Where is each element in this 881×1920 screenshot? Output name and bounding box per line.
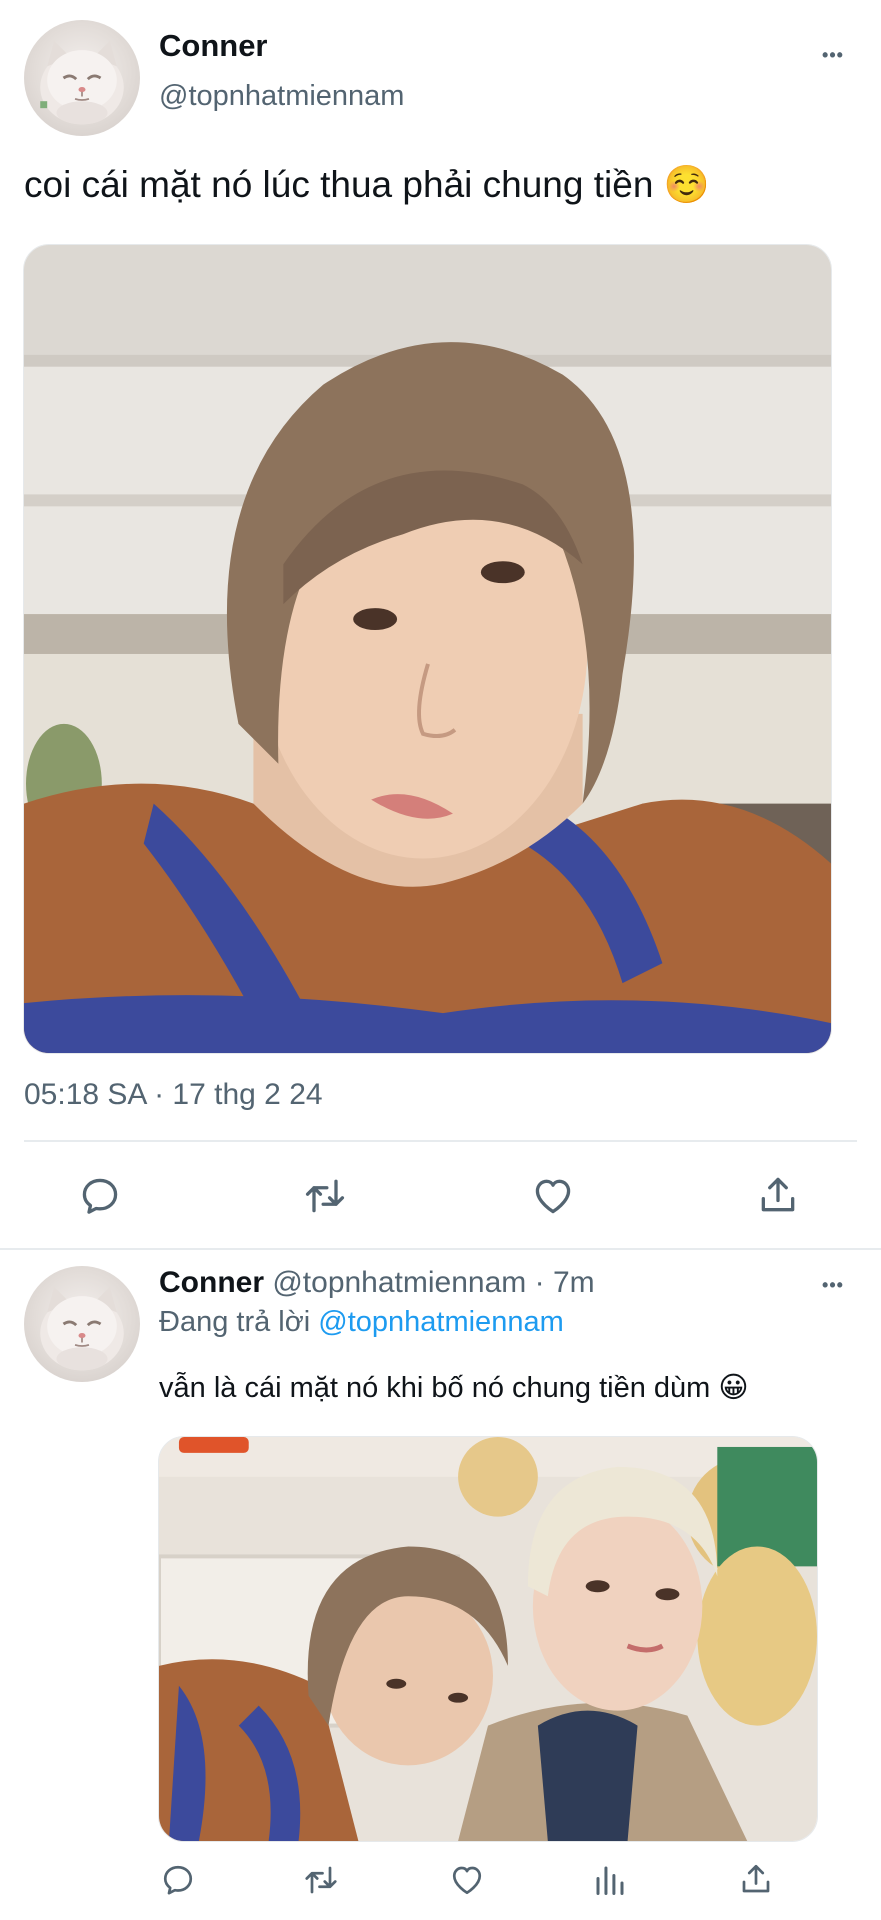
reply-author-name[interactable]: Conner xyxy=(159,1266,264,1299)
header-separator: · xyxy=(534,1266,545,1299)
share-icon xyxy=(761,1177,795,1212)
portrait-photo-image xyxy=(24,245,831,1053)
reply-photo[interactable] xyxy=(158,1436,818,1842)
thread-divider xyxy=(0,1248,881,1250)
reply-time[interactable]: 7m xyxy=(553,1266,595,1299)
two-people-photo-image xyxy=(159,1437,817,1841)
reply-more-options-button[interactable]: ••• xyxy=(808,1270,858,1300)
author-name[interactable]: Conner xyxy=(159,28,268,64)
reply-retweet-button[interactable] xyxy=(302,1862,340,1898)
author-handle[interactable]: @topnhatmiennam xyxy=(159,80,404,113)
cat-avatar-icon xyxy=(40,40,124,125)
cat-avatar-icon xyxy=(40,1286,124,1371)
retweet-button[interactable] xyxy=(302,1174,348,1218)
tweet-timestamp[interactable]: 05:18 SA · 17 thg 2 24 xyxy=(24,1078,323,1112)
reply-author-avatar[interactable] xyxy=(24,1266,140,1382)
tweet-text: coi cái mặt nó lúc thua phải chung tiền … xyxy=(24,164,710,205)
reply-header: Conner @topnhatmiennam · 7m xyxy=(159,1266,595,1300)
like-button[interactable] xyxy=(530,1174,576,1218)
retweet-icon xyxy=(305,1866,337,1894)
share-button[interactable] xyxy=(756,1172,800,1218)
author-avatar[interactable] xyxy=(24,20,140,136)
replying-to: Đang trả lời @topnhatmiennam xyxy=(159,1306,564,1339)
reply-views-button[interactable] xyxy=(592,1862,628,1898)
share-icon xyxy=(742,1864,770,1893)
replying-to-link[interactable]: @topnhatmiennam xyxy=(318,1306,563,1338)
like-icon xyxy=(535,1179,571,1214)
like-icon xyxy=(452,1866,482,1895)
actions-divider xyxy=(24,1140,857,1142)
reply-like-button[interactable] xyxy=(448,1862,486,1898)
retweet-icon xyxy=(305,1179,345,1213)
tweet-photo[interactable] xyxy=(23,244,832,1054)
reply-icon xyxy=(163,1865,193,1895)
reply-share-button[interactable] xyxy=(738,1860,774,1898)
reply-text: vẫn là cái mặt nó khi bố nó chung tiền d… xyxy=(159,1372,749,1404)
reply-reply-button[interactable] xyxy=(160,1862,196,1898)
replying-to-prefix: Đang trả lời xyxy=(159,1306,311,1338)
reply-icon xyxy=(82,1178,118,1214)
more-options-button[interactable]: ••• xyxy=(808,40,858,70)
reply-button[interactable] xyxy=(78,1174,122,1218)
views-icon xyxy=(596,1866,624,1895)
reply-author-handle[interactable]: @topnhatmiennam xyxy=(272,1266,526,1299)
